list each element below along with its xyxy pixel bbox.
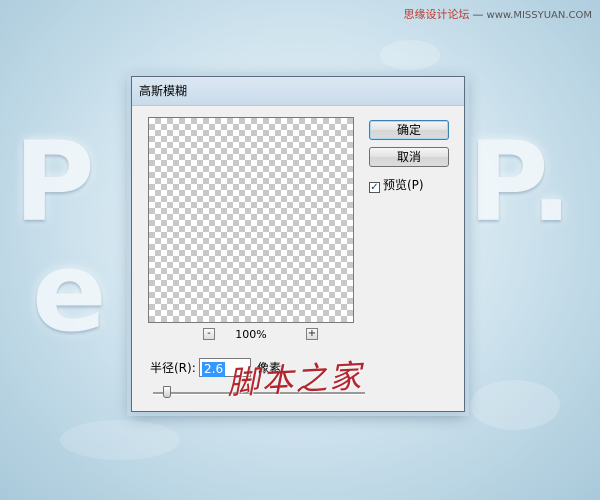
preview-label: 预览(P) — [383, 178, 424, 192]
snow-letter-e: e — [32, 228, 109, 356]
preview-toggle[interactable]: ✓ 预览(P) — [369, 177, 424, 193]
dialog-title: 高斯模糊 — [139, 84, 188, 98]
dialog-title-bar[interactable]: 高斯模糊 — [132, 77, 464, 106]
zoom-in-button[interactable]: + — [306, 328, 318, 340]
watermark-site-name: 思缘设计论坛 — [403, 8, 470, 21]
site-logo-overlay: 脚本之家 — [226, 356, 365, 402]
snow-letter-p: P — [14, 118, 97, 246]
radius-slider-thumb[interactable] — [163, 386, 171, 398]
preview-canvas[interactable] — [148, 117, 354, 323]
zoom-controls: 100% - + — [148, 327, 354, 343]
watermark-url: www.MISSYUAN.COM — [486, 10, 592, 21]
zoom-out-button[interactable]: - — [203, 328, 215, 340]
watermark-separator: — — [472, 8, 484, 21]
snow-letter-right: P. — [468, 118, 575, 246]
radius-label: 半径(R): — [150, 361, 196, 375]
radius-value: 2.6 — [202, 362, 226, 377]
ok-button[interactable]: 确定 — [369, 120, 449, 140]
zoom-level: 100% — [235, 328, 267, 341]
site-watermark: 思缘设计论坛 — www.MISSYUAN.COM — [404, 6, 592, 22]
preview-checkbox[interactable]: ✓ — [369, 182, 380, 193]
cancel-button[interactable]: 取消 — [369, 147, 449, 167]
